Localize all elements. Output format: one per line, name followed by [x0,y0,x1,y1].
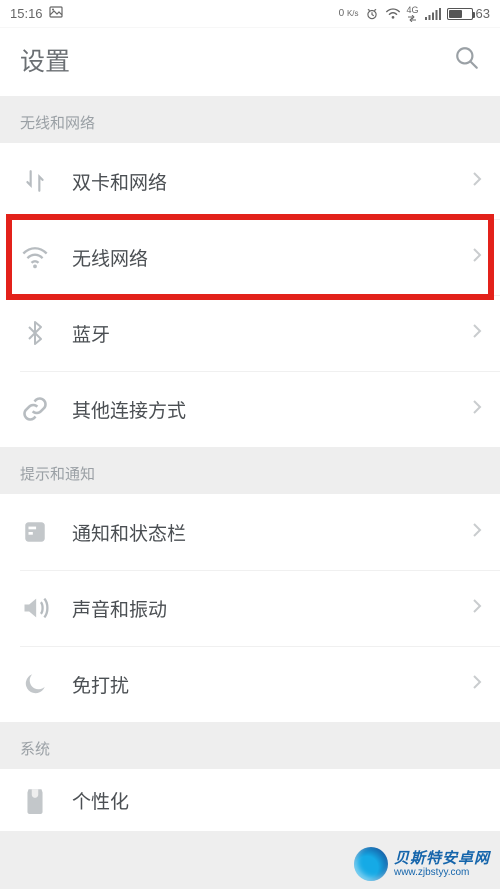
wifi-icon [20,242,50,272]
item-label: 声音和振动 [72,595,472,622]
chevron-right-icon [472,171,482,192]
status-left: 15:16 [10,6,63,21]
page-title: 设置 [20,42,70,78]
item-sound-vibration[interactable]: 声音和振动 [0,570,500,646]
item-label: 双卡和网络 [72,168,472,195]
item-do-not-disturb[interactable]: 免打扰 [0,646,500,722]
item-personalize[interactable]: 个性化 [0,769,500,831]
network-gen: 4G [407,6,419,22]
status-right: 0 K/s 4G 63 [339,6,490,22]
item-notification-status[interactable]: 通知和状态栏 [0,494,500,570]
chevron-right-icon [472,323,482,344]
moon-icon [20,669,50,699]
app-header: 设置 [0,28,500,96]
item-label: 其他连接方式 [72,396,472,423]
bluetooth-icon [20,318,50,348]
sound-icon [20,593,50,623]
notification-icon [20,517,50,547]
personalize-icon [20,785,50,815]
link-icon [20,394,50,424]
status-time: 15:16 [10,6,43,21]
item-label: 蓝牙 [72,320,472,347]
signal-icon [425,8,441,20]
watermark-url: www.zjbstyy.com [394,868,490,878]
section-notify-label: 提示和通知 [0,447,500,494]
screenshot-icon [49,6,63,21]
chevron-right-icon [472,399,482,420]
watermark-title: 贝斯特安卓网 [394,851,490,866]
net-speed: 0 K/s [339,9,359,19]
search-icon[interactable] [454,45,480,76]
item-bluetooth[interactable]: 蓝牙 [0,295,500,371]
item-other-connections[interactable]: 其他连接方式 [0,371,500,447]
list-system: 个性化 [0,769,500,831]
item-label: 无线网络 [72,244,472,271]
chevron-right-icon [472,598,482,619]
section-system-label: 系统 [0,722,500,769]
item-dual-sim[interactable]: 双卡和网络 [0,143,500,219]
section-wireless-label: 无线和网络 [0,96,500,143]
chevron-right-icon [472,247,482,268]
item-label: 免打扰 [72,671,472,698]
battery-level: 63 [476,6,490,21]
battery-indicator: 63 [447,6,490,21]
watermark: 贝斯特安卓网 www.zjbstyy.com [354,847,490,881]
item-label: 个性化 [72,787,482,814]
wifi-icon [385,8,401,20]
dual-sim-icon [20,166,50,196]
watermark-logo-icon [354,847,388,881]
item-wlan[interactable]: 无线网络 [0,219,500,295]
list-notify: 通知和状态栏 声音和振动 免打扰 [0,494,500,722]
chevron-right-icon [472,674,482,695]
list-wireless: 双卡和网络 无线网络 蓝牙 其他连接方式 [0,143,500,447]
status-bar: 15:16 0 K/s 4G 63 [0,0,500,28]
item-label: 通知和状态栏 [72,519,472,546]
alarm-icon [365,7,379,21]
chevron-right-icon [472,522,482,543]
